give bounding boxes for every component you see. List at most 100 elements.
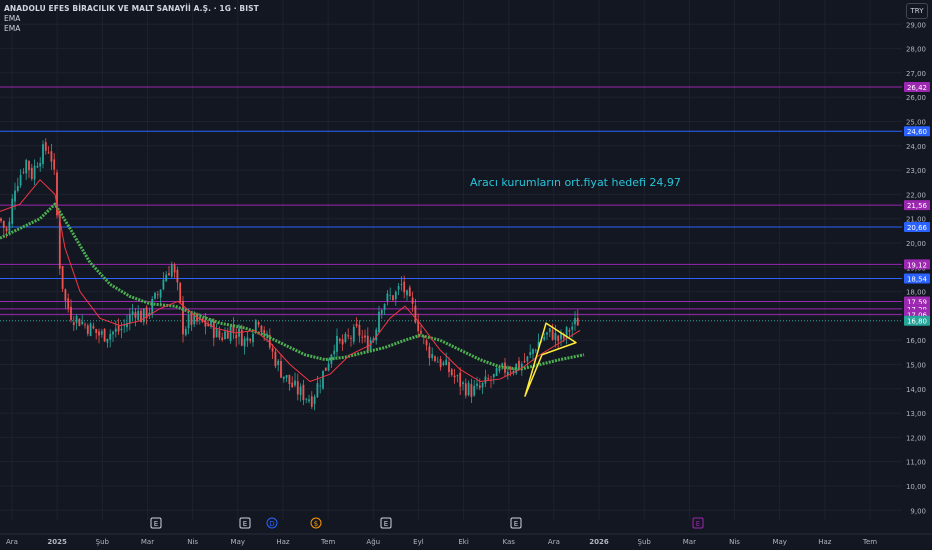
y-tick-label: 27,00 xyxy=(906,70,926,78)
candle-body xyxy=(400,283,403,285)
event-marker-label: E xyxy=(384,520,388,528)
y-tick-label: 29,00 xyxy=(906,21,926,29)
x-tick-label: Mar xyxy=(683,538,696,546)
event-marker-label: E xyxy=(696,520,700,528)
candle-body xyxy=(33,165,36,180)
currency-button[interactable]: TRY xyxy=(906,3,928,19)
candle-body xyxy=(187,315,190,329)
candle-body xyxy=(445,359,448,366)
candle-body xyxy=(81,321,84,325)
candle-body xyxy=(543,337,546,340)
candle-body xyxy=(235,334,238,339)
candle-body xyxy=(16,185,19,191)
candle-body xyxy=(120,328,123,331)
event-markers: E E D $ E E E xyxy=(150,517,704,529)
candle-body xyxy=(271,348,274,352)
ema-indicator-2[interactable]: EMA xyxy=(4,24,259,34)
candle-body xyxy=(518,360,520,369)
candle-body xyxy=(347,335,350,337)
candle-body xyxy=(495,368,498,376)
candle-body xyxy=(425,340,428,346)
x-tick-label: Eyl xyxy=(413,538,424,546)
candle-body xyxy=(392,295,394,301)
candle-body xyxy=(462,382,464,385)
candle-body xyxy=(523,360,526,363)
candle-body xyxy=(280,361,282,378)
y-tick-label: 9,00 xyxy=(910,507,926,515)
candle-body xyxy=(67,298,70,309)
candle-body xyxy=(464,383,467,396)
price-axis: 9,00 10,00 11,00 12,00 13,00 14,00 15,00 16,00 1… xyxy=(904,21,930,515)
candle-body xyxy=(156,294,159,296)
candle-body xyxy=(151,298,154,315)
candle-body xyxy=(557,335,560,342)
level-price-label: 24,60 xyxy=(907,128,927,136)
candle-body xyxy=(218,330,221,338)
candle-body xyxy=(473,385,476,396)
candle-body xyxy=(551,329,554,340)
candle-body xyxy=(296,381,299,395)
candle-body xyxy=(252,333,254,343)
candle-body xyxy=(61,265,64,289)
ema-slow-line xyxy=(0,202,585,371)
symbol-title[interactable]: ANADOLU EFES BİRACILIK VE MALT SANAYİİ A… xyxy=(4,4,259,14)
last-price-label: 16,80 xyxy=(907,318,927,326)
candle-body xyxy=(86,325,89,334)
candle-body xyxy=(380,309,383,314)
x-tick-label: Şub xyxy=(638,538,652,546)
y-tick-label: 12,00 xyxy=(906,434,926,442)
x-tick-label: May xyxy=(231,538,245,546)
candle-body xyxy=(165,274,168,282)
time-axis: Ara 2025 Şub Mar Nis May Haz Tem Ağu Eyl Eki Kas Ara… xyxy=(0,533,932,546)
candle-body xyxy=(358,324,361,336)
candle-body xyxy=(109,333,112,340)
candle-body xyxy=(436,361,439,363)
candle-body xyxy=(336,335,338,352)
event-marker-label: E xyxy=(243,520,247,528)
candle-body xyxy=(25,160,28,174)
event-marker-label: D xyxy=(269,520,274,528)
candle-body xyxy=(226,331,229,339)
y-tick-label: 10,00 xyxy=(906,483,926,491)
x-tick-label: Haz xyxy=(818,538,832,546)
candle-body xyxy=(64,289,67,301)
candle-body xyxy=(70,306,72,321)
ema-fast-line xyxy=(0,179,581,382)
candle-body xyxy=(89,323,92,337)
candle-body xyxy=(305,398,308,400)
candle-body xyxy=(131,311,134,315)
candle-body xyxy=(414,305,417,323)
price-target-annotation[interactable]: Aracı kurumların ort.fiyat hedefi 24,97 xyxy=(470,176,681,189)
candle-body xyxy=(254,319,257,331)
candle-body xyxy=(84,324,86,326)
candle-body xyxy=(154,292,156,299)
candle-body xyxy=(30,167,33,179)
candle-body xyxy=(176,269,179,283)
candle-body xyxy=(492,373,495,378)
x-tick-label: Nis xyxy=(729,538,740,546)
level-price-label: 19,12 xyxy=(907,261,927,269)
candle-body xyxy=(574,318,576,325)
x-tick-label: Kas xyxy=(503,538,516,546)
candle-body xyxy=(36,165,39,168)
y-tick-label: 15,00 xyxy=(906,361,926,369)
candle-body xyxy=(310,396,313,407)
candle-body xyxy=(92,326,95,329)
ema-indicator-1[interactable]: EMA xyxy=(4,14,259,24)
y-tick-label: 11,00 xyxy=(906,459,926,467)
x-tick-label: Ara xyxy=(548,538,560,546)
candle-body xyxy=(529,352,532,356)
level-price-label: 21,56 xyxy=(907,202,928,210)
candle-body xyxy=(19,174,22,186)
candle-body xyxy=(456,375,459,377)
candle-body xyxy=(520,363,523,368)
candle-body xyxy=(386,293,389,302)
y-tick-label: 22,00 xyxy=(906,191,926,199)
candle-body xyxy=(442,362,445,365)
candle-body xyxy=(576,317,579,326)
candle-body xyxy=(434,356,436,362)
price-chart[interactable]: 9,00 10,00 11,00 12,00 13,00 14,00 15,00 16,00 1… xyxy=(0,0,932,550)
candle-body xyxy=(420,330,422,334)
candle-body xyxy=(364,335,366,338)
x-tick-label: Ara xyxy=(6,538,18,546)
